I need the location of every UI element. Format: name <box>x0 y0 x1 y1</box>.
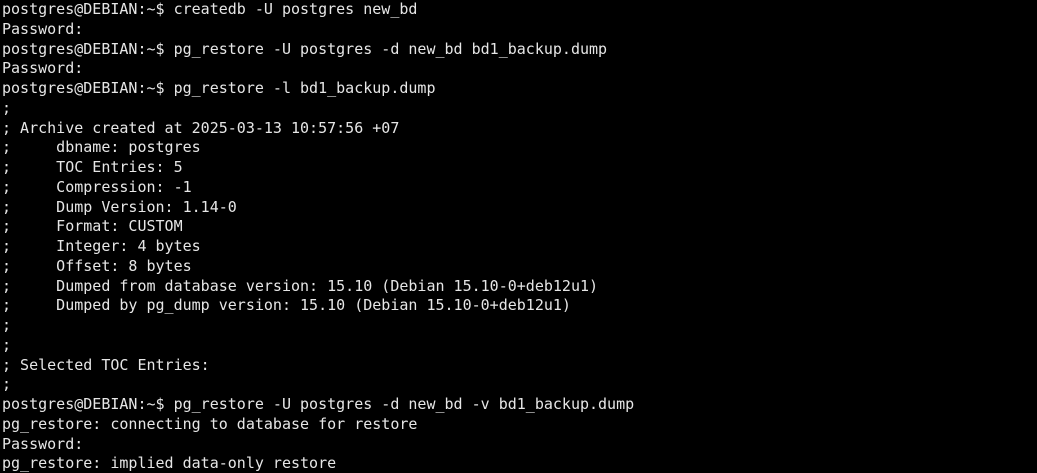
terminal-line: pg_restore: connecting to database for r… <box>2 414 418 433</box>
terminal-line: ; dbname: postgres <box>2 138 201 157</box>
terminal-line: postgres@DEBIAN:~$ pg_restore -U postgre… <box>2 395 635 413</box>
terminal-line: ; Compression: -1 <box>2 177 192 196</box>
terminal-line: ; Dumped by pg_dump version: 15.10 (Debi… <box>2 296 571 315</box>
terminal-line: ; TOC Entries: 5 <box>2 158 183 176</box>
terminal-line: ; Offset: 8 bytes <box>2 256 192 275</box>
terminal-line: Password: <box>2 19 84 38</box>
terminal-line: Password: <box>2 59 84 78</box>
terminal-line: Password: <box>2 434 84 453</box>
terminal-line: ; <box>2 316 12 334</box>
terminal-line: postgres@DEBIAN:~$ createdb -U postgres … <box>2 0 418 18</box>
terminal-line: ; Dump Version: 1.14-0 <box>2 197 237 216</box>
terminal-line: ; <box>2 98 12 117</box>
terminal-line: pg_restore: implied data-only restore <box>2 454 337 473</box>
terminal-line: ; Archive created at 2025-03-13 10:57:56… <box>2 118 400 137</box>
terminal-line: postgres@DEBIAN:~$ pg_restore -l bd1_bac… <box>2 79 436 97</box>
terminal-line: ; Format: CUSTOM <box>2 217 183 236</box>
terminal-line: ; <box>2 335 12 354</box>
terminal-line: ; Selected TOC Entries: <box>2 355 210 374</box>
terminal-window[interactable]: postgres@DEBIAN:~$ createdb -U postgres … <box>0 0 1037 473</box>
terminal-line: ; Dumped from database version: 15.10 (D… <box>2 276 599 295</box>
terminal-line: ; <box>2 375 12 394</box>
terminal-line: ; Integer: 4 bytes <box>2 237 201 255</box>
terminal-line: postgres@DEBIAN:~$ pg_restore -U postgre… <box>2 39 608 58</box>
